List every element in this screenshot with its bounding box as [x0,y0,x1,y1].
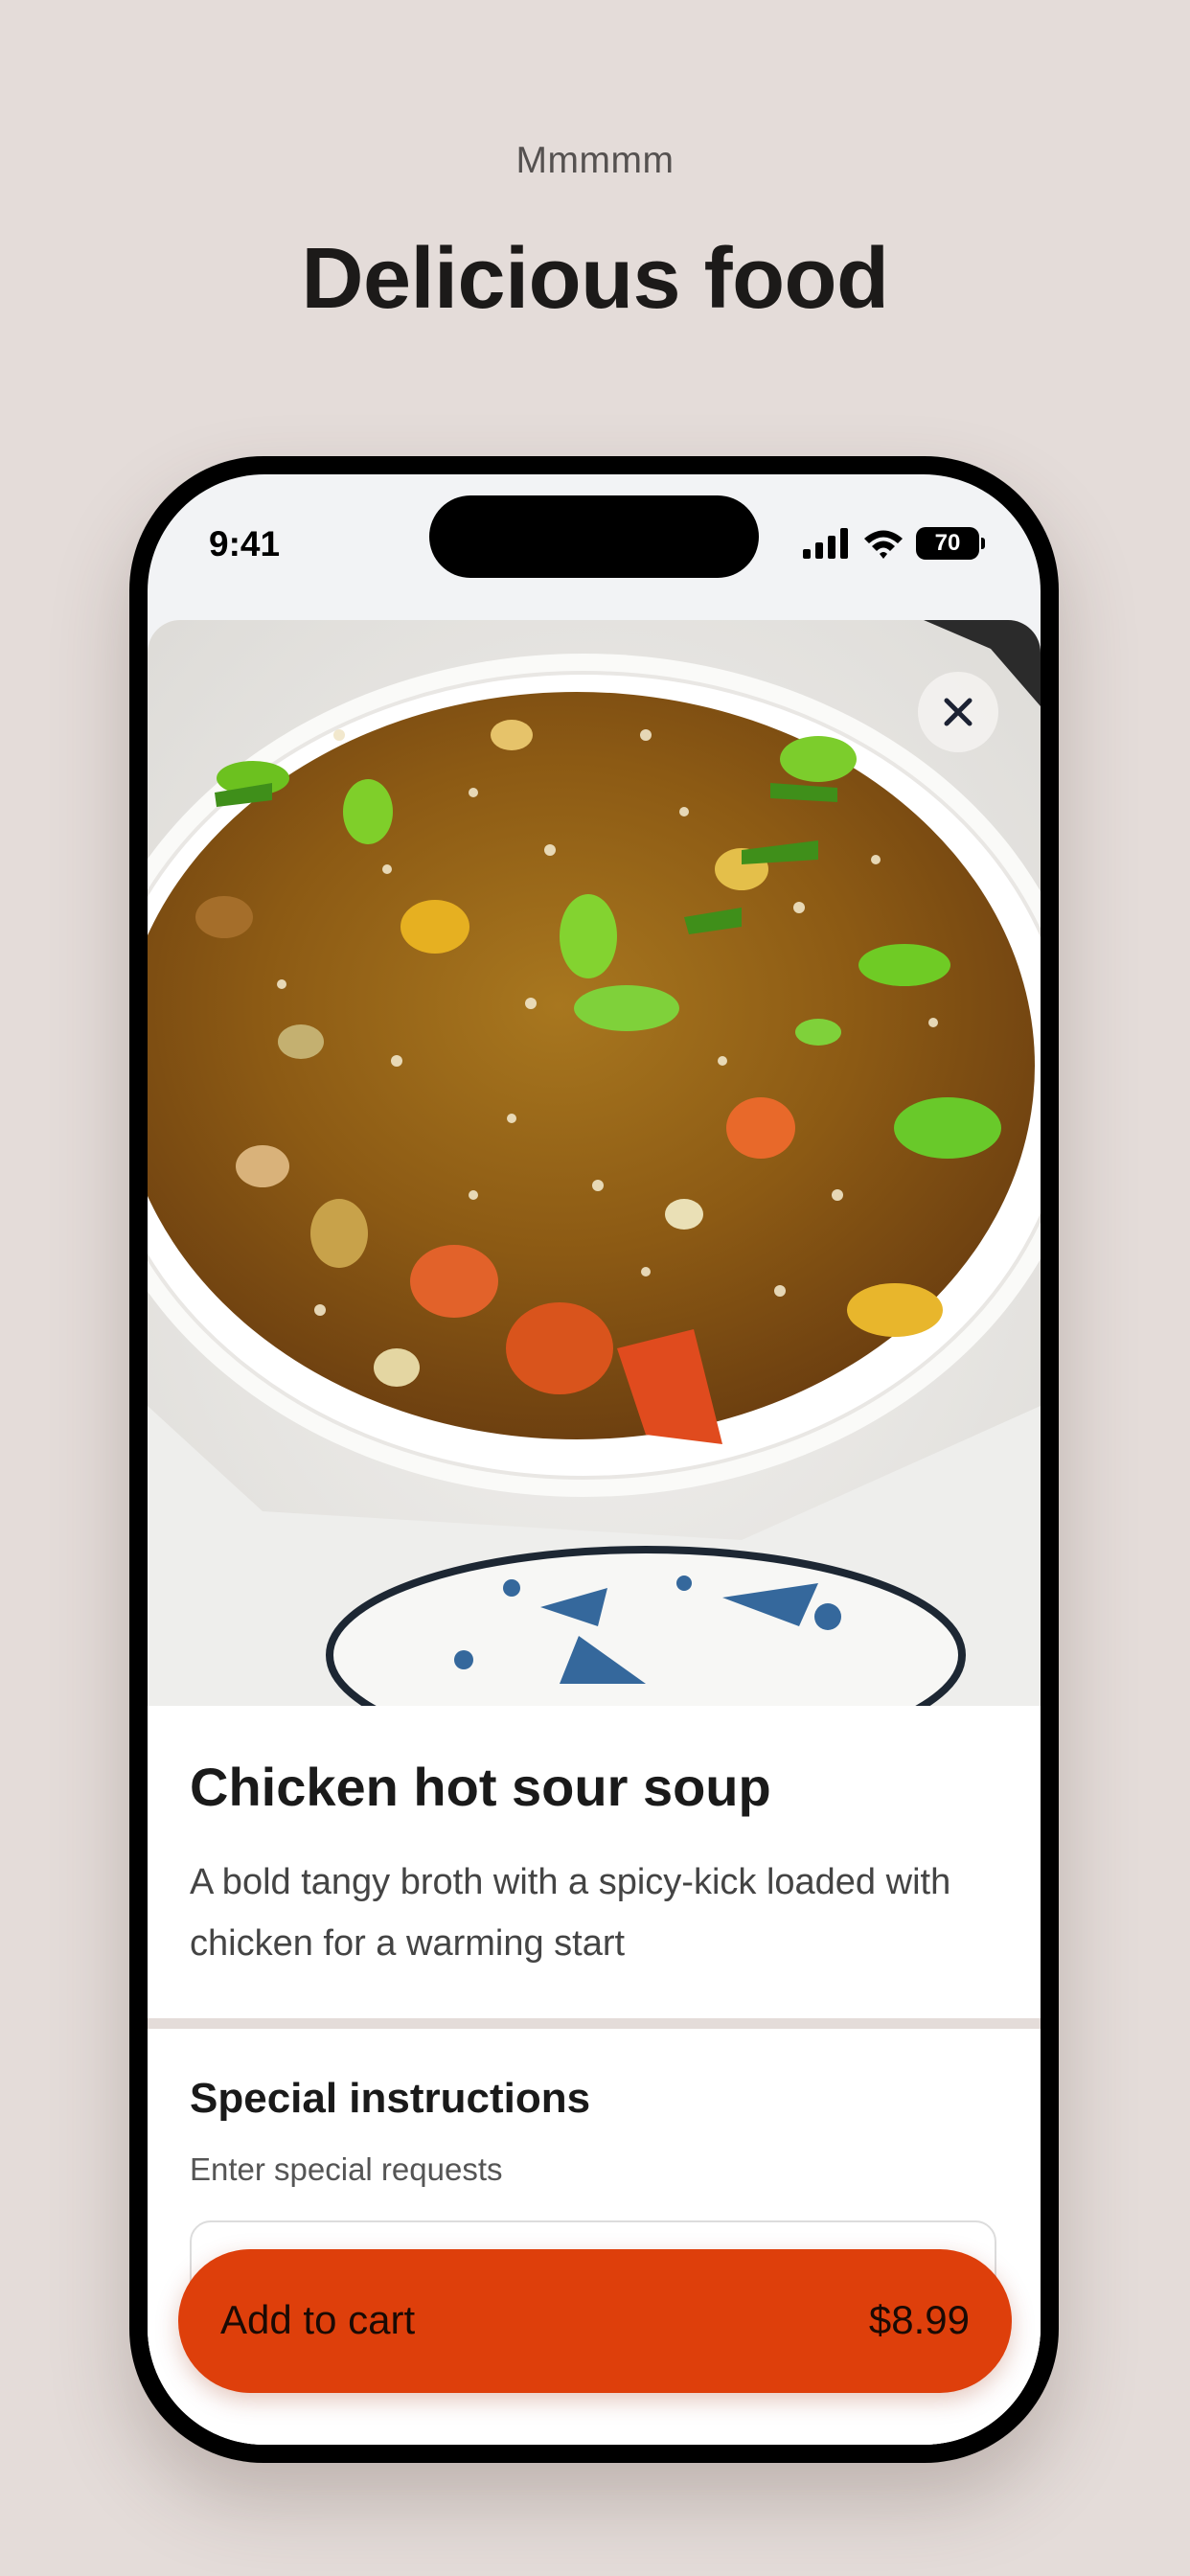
cart-price: $8.99 [868,2297,970,2342]
status-time: 9:41 [209,524,281,564]
status-icons: 70 [803,526,985,561]
item-detail-sheet: Chicken hot sour soup A bold tangy broth… [148,620,1041,2445]
promo-headline: Delicious food [301,231,889,327]
battery-icon: 70 [916,527,985,560]
special-instructions-title: Special instructions [190,2075,591,2122]
cellular-signal-icon [803,528,848,559]
item-title: Chicken hot sour soup [190,1757,771,1817]
close-icon [944,698,973,726]
add-to-cart-button[interactable]: Add to cart $8.99 [178,2249,1012,2393]
phone-frame: 9:41 70 Chicken hot sour soup A bold tan… [129,456,1059,2463]
close-button[interactable] [918,672,998,752]
dynamic-island [429,495,759,578]
wifi-icon [864,530,903,559]
item-info: Chicken hot sour soup A bold tangy broth… [148,1706,1041,2018]
item-description: A bold tangy broth with a spicy-kick loa… [190,1862,951,1964]
status-bar: 9:41 70 [148,474,1041,628]
add-to-cart-label: Add to cart [220,2297,416,2342]
battery-level: 70 [934,530,961,556]
soup-photo [148,620,1041,1706]
section-divider [148,2018,1041,2029]
phone-screen: 9:41 70 Chicken hot sour soup A bold tan… [148,474,1041,2445]
promo-eyebrow: Mmmmm [515,140,675,181]
special-instructions-subtitle: Enter special requests [190,2151,503,2187]
